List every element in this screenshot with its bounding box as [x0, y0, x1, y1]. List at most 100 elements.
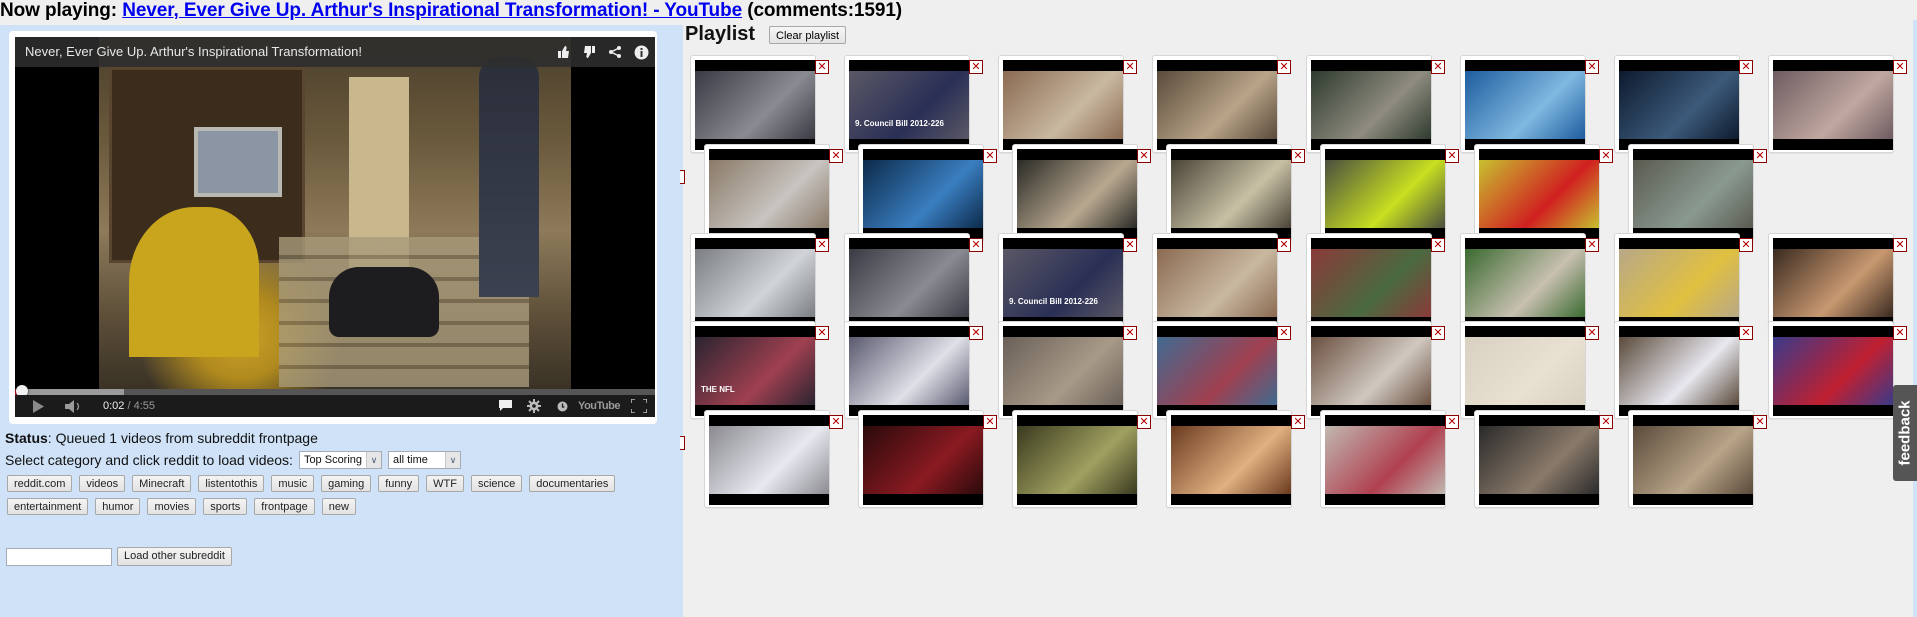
- video-thumbnail[interactable]: [1619, 326, 1739, 416]
- remove-video-icon[interactable]: ✕: [1277, 326, 1291, 340]
- remove-video-icon[interactable]: ✕: [1445, 149, 1459, 163]
- video-thumbnail[interactable]: [1157, 326, 1277, 416]
- video-thumbnail[interactable]: [1465, 326, 1585, 416]
- remove-video-icon[interactable]: ✕: [1277, 60, 1291, 74]
- playlist-item[interactable]: ✕: [1628, 144, 1767, 242]
- remove-video-icon[interactable]: ✕: [1753, 149, 1767, 163]
- player-video-title[interactable]: Never, Ever Give Up. Arthur's Inspiratio…: [25, 37, 362, 67]
- playlist-item[interactable]: ✕: [1152, 233, 1291, 331]
- subreddit-button-humor[interactable]: humor: [95, 498, 141, 515]
- playlist-item[interactable]: ✕: [690, 55, 829, 153]
- video-thumbnail[interactable]: [1633, 415, 1753, 505]
- video-thumbnail[interactable]: [1017, 149, 1137, 239]
- remove-video-icon-clipped[interactable]: [680, 436, 685, 450]
- video-thumbnail[interactable]: [1465, 60, 1585, 150]
- subreddit-button-movies[interactable]: movies: [147, 498, 197, 515]
- subreddit-button-music[interactable]: music: [271, 475, 315, 492]
- remove-video-icon[interactable]: ✕: [1599, 149, 1613, 163]
- video-thumbnail[interactable]: [709, 149, 829, 239]
- playlist-item[interactable]: ✕: [1152, 321, 1291, 419]
- video-thumbnail[interactable]: [1171, 149, 1291, 239]
- share-icon[interactable]: [607, 44, 623, 60]
- playlist-item[interactable]: ✕: [1474, 144, 1613, 242]
- playlist-item[interactable]: ✕: [1614, 233, 1753, 331]
- playlist-item[interactable]: ✕: [704, 410, 843, 508]
- playlist-item[interactable]: ✕: [1012, 144, 1151, 242]
- chevron-down-icon[interactable]: ∨: [366, 452, 382, 468]
- playlist-item[interactable]: ✕: [1166, 410, 1305, 508]
- fullscreen-icon[interactable]: [629, 395, 649, 417]
- sort-select[interactable]: Top Scoring ∨: [298, 451, 383, 469]
- playlist-item[interactable]: ✕: [1614, 321, 1753, 419]
- youtube-logo[interactable]: YouTube: [578, 395, 620, 417]
- other-subreddit-input[interactable]: [6, 547, 112, 566]
- remove-video-icon[interactable]: ✕: [1585, 60, 1599, 74]
- video-thumbnail[interactable]: [1633, 149, 1753, 239]
- playlist-item[interactable]: ✕: [1460, 233, 1599, 331]
- watch-later-icon[interactable]: [555, 395, 569, 417]
- video-thumbnail[interactable]: [1325, 149, 1445, 239]
- video-thumbnail[interactable]: [1773, 238, 1893, 328]
- remove-video-icon[interactable]: ✕: [1585, 326, 1599, 340]
- remove-video-icon[interactable]: ✕: [1893, 326, 1907, 340]
- video-thumbnail[interactable]: [1171, 415, 1291, 505]
- video-thumbnail[interactable]: 9. Council Bill 2012-226: [1003, 238, 1123, 328]
- playlist-item[interactable]: ✕: [1460, 55, 1599, 153]
- playlist-item[interactable]: ✕: [1628, 410, 1767, 508]
- video-thumbnail[interactable]: 9. Council Bill 2012-226: [849, 60, 969, 150]
- info-icon[interactable]: [633, 44, 649, 60]
- remove-video-icon[interactable]: ✕: [1893, 60, 1907, 74]
- video-thumbnail[interactable]: [1479, 415, 1599, 505]
- remove-video-icon[interactable]: ✕: [1599, 415, 1613, 429]
- video-surface[interactable]: Never, Ever Give Up. Arthur's Inspiratio…: [15, 37, 655, 417]
- remove-video-icon[interactable]: ✕: [1123, 60, 1137, 74]
- time-range-select[interactable]: all time ∨: [388, 451, 462, 469]
- playlist-item[interactable]: ✕: [998, 55, 1137, 153]
- playlist-item[interactable]: 9. Council Bill 2012-226 ✕: [998, 233, 1137, 331]
- play-icon[interactable]: [29, 395, 47, 417]
- video-thumbnail[interactable]: [1619, 238, 1739, 328]
- playlist-item[interactable]: ✕: [844, 233, 983, 331]
- remove-video-icon[interactable]: ✕: [1739, 60, 1753, 74]
- video-thumbnail[interactable]: [1003, 60, 1123, 150]
- remove-video-icon[interactable]: ✕: [1123, 238, 1137, 252]
- subreddit-button-gaming[interactable]: gaming: [321, 475, 372, 492]
- video-thumbnail[interactable]: [709, 415, 829, 505]
- remove-video-icon[interactable]: ✕: [1431, 60, 1445, 74]
- subreddit-button-minecraft[interactable]: Minecraft: [132, 475, 192, 492]
- subreddit-button-new[interactable]: new: [321, 498, 356, 515]
- video-thumbnail[interactable]: [695, 60, 815, 150]
- remove-video-icon[interactable]: ✕: [1277, 238, 1291, 252]
- video-thumbnail[interactable]: [1465, 238, 1585, 328]
- remove-video-icon[interactable]: ✕: [1739, 238, 1753, 252]
- video-thumbnail[interactable]: [863, 415, 983, 505]
- remove-video-icon[interactable]: ✕: [969, 60, 983, 74]
- subreddit-button-listentothis[interactable]: listentothis: [198, 475, 265, 492]
- remove-video-icon[interactable]: ✕: [1739, 326, 1753, 340]
- remove-video-icon[interactable]: ✕: [829, 149, 843, 163]
- remove-video-icon[interactable]: ✕: [829, 415, 843, 429]
- video-thumbnail[interactable]: [1003, 326, 1123, 416]
- remove-video-icon[interactable]: ✕: [983, 415, 997, 429]
- playlist-item[interactable]: ✕: [1306, 55, 1445, 153]
- remove-video-icon[interactable]: ✕: [815, 60, 829, 74]
- remove-video-icon[interactable]: ✕: [1123, 326, 1137, 340]
- subreddit-button-frontpage[interactable]: frontpage: [254, 498, 315, 515]
- playlist-item[interactable]: ✕: [1460, 321, 1599, 419]
- playlist-item[interactable]: ✕: [1306, 321, 1445, 419]
- video-thumbnail[interactable]: [1619, 60, 1739, 150]
- subreddit-button-documentaries[interactable]: documentaries: [529, 475, 616, 492]
- settings-icon[interactable]: [525, 395, 543, 417]
- playlist-item[interactable]: ✕: [858, 144, 997, 242]
- video-thumbnail[interactable]: [1773, 60, 1893, 150]
- video-player[interactable]: Never, Ever Give Up. Arthur's Inspiratio…: [9, 31, 657, 424]
- subreddit-button-sports[interactable]: sports: [203, 498, 248, 515]
- video-thumbnail[interactable]: [863, 149, 983, 239]
- subreddit-button-reddit-com[interactable]: reddit.com: [7, 475, 73, 492]
- playlist-item[interactable]: ✕: [858, 410, 997, 508]
- video-thumbnail[interactable]: [1311, 326, 1431, 416]
- playlist-item[interactable]: ✕: [1474, 410, 1613, 508]
- remove-video-icon[interactable]: ✕: [1137, 415, 1151, 429]
- video-thumbnail[interactable]: [1157, 238, 1277, 328]
- remove-video-icon[interactable]: ✕: [1291, 149, 1305, 163]
